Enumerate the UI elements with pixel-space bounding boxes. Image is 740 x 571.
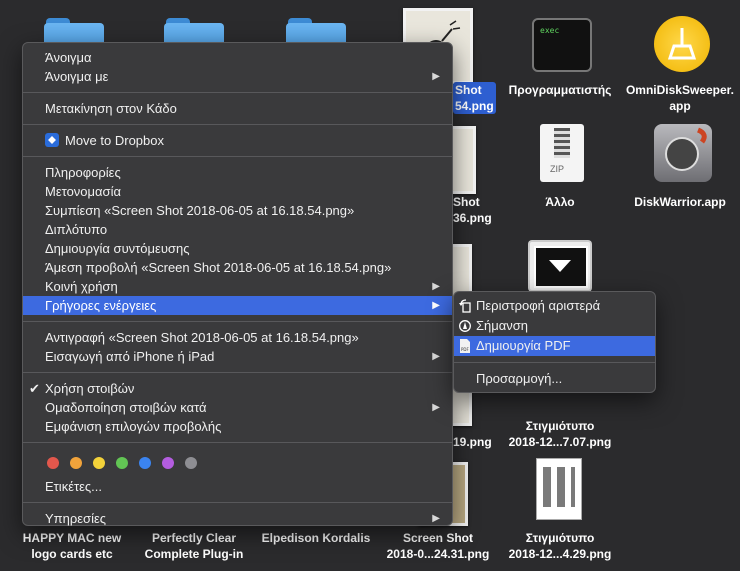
menu-item-copy[interactable]: Αντιγραφή «Screen Shot 2018-06-05 at 16.… (23, 328, 452, 347)
menu-item-label: Ομαδοποίηση στοιβών κατά (45, 400, 207, 415)
menu-item-quick-actions[interactable]: Γρήγορες ενέργειες ▶ (23, 296, 452, 315)
stack-icon[interactable] (530, 242, 590, 290)
menu-item-label: Δημιουργία συντόμευσης (45, 241, 190, 256)
menu-item-label: Διπλότυπο (45, 222, 108, 237)
tag-color-dot[interactable] (70, 457, 82, 469)
menu-item-label: Αντιγραφή «Screen Shot 2018-06-05 at 16.… (45, 330, 359, 345)
menu-separator (454, 362, 655, 363)
programmer-label: Προγραμματιστής (508, 83, 612, 97)
menu-item-show-view-options[interactable]: Εμφάνιση επιλογών προβολής (23, 417, 452, 436)
markup-icon (459, 320, 471, 332)
menu-item-move-to-dropbox[interactable]: Move to Dropbox (23, 131, 452, 150)
menu-separator (23, 372, 452, 373)
menu-item-label: Κοινή χρήση (45, 279, 118, 294)
menu-item-label: Εισαγωγή από iPhone ή iPad (45, 349, 215, 364)
broom-icon[interactable] (654, 16, 710, 72)
terminal-icon[interactable]: exec (532, 18, 592, 72)
checkmark-icon: ✔ (29, 381, 40, 396)
submenu-item-label: Δημιουργία PDF (476, 338, 571, 353)
chevron-right-icon: ▶ (432, 402, 440, 413)
chevron-down-icon (549, 260, 571, 272)
svg-text:PDF: PDF (461, 347, 469, 352)
menu-separator (23, 156, 452, 157)
menu-item-quick-look[interactable]: Άμεση προβολή «Screen Shot 2018-06-05 at… (23, 258, 452, 277)
menu-item-label: Άνοιγμα (45, 50, 92, 65)
menu-item-label: Άμεση προβολή «Screen Shot 2018-06-05 at… (45, 260, 392, 275)
omnidisk-label: OmniDiskSweeper. app (625, 83, 735, 113)
submenu-item-customize[interactable]: Προσαρμογή... (454, 369, 655, 389)
allo-label: Άλλο (545, 195, 575, 209)
tag-color-row (23, 449, 452, 477)
context-menu: Άνοιγμα Άνοιγμα με ▶ Μετακίνηση στον Κάδο… (22, 42, 453, 526)
chevron-right-icon: ▶ (432, 351, 440, 362)
menu-item-label: Υπηρεσίες (45, 511, 107, 526)
menu-item-get-info[interactable]: Πληροφορίες (23, 163, 452, 182)
menu-item-share[interactable]: Κοινή χρήση ▶ (23, 277, 452, 296)
screenshot-2431-label: Screen Shot 2018-0...24.31.png (386, 531, 490, 561)
tag-color-dot[interactable] (162, 457, 174, 469)
menu-item-label: Συμπίεση «Screen Shot 2018-06-05 at 16.1… (45, 203, 355, 218)
menu-item-make-alias[interactable]: Δημιουργία συντόμευσης (23, 239, 452, 258)
menu-item-label: Μετακίνηση στον Κάδο (45, 101, 177, 116)
happymac-label: HAPPY MAC new logo cards etc (22, 531, 122, 561)
submenu-item-markup[interactable]: Σήμανση (454, 316, 655, 336)
rotate-left-icon (459, 299, 471, 313)
tag-color-dot[interactable] (93, 457, 105, 469)
quick-actions-submenu: Περιστροφή αριστερά Σήμανση PDF Δημιουργ… (453, 291, 656, 393)
menu-separator (23, 92, 452, 93)
tag-color-dot[interactable] (116, 457, 128, 469)
chevron-right-icon: ▶ (432, 71, 440, 82)
menu-item-import-iphone[interactable]: Εισαγωγή από iPhone ή iPad ▶ (23, 347, 452, 366)
selected-file-label[interactable]: Shot 54.png (453, 82, 501, 114)
menu-item-rename[interactable]: Μετονομασία (23, 182, 452, 201)
shot-19-label: 19.png (453, 435, 492, 449)
zip-file-icon[interactable]: ZIP (540, 124, 584, 182)
menu-item-label: Εμφάνιση επιλογών προβολής (45, 419, 222, 434)
submenu-item-rotate-left[interactable]: Περιστροφή αριστερά (454, 296, 655, 316)
menu-item-compress[interactable]: Συμπίεση «Screen Shot 2018-06-05 at 16.1… (23, 201, 452, 220)
menu-item-duplicate[interactable]: Διπλότυπο (23, 220, 452, 239)
chevron-right-icon: ▶ (432, 513, 440, 524)
menu-item-label: Χρήση στοιβών (45, 381, 135, 396)
menu-separator (23, 321, 452, 322)
pdf-file-icon: PDF (460, 339, 470, 353)
elpedison-label: Elpedison Kordalis (261, 531, 371, 545)
menu-item-open[interactable]: Άνοιγμα (23, 48, 452, 67)
diskwarrior-label: DiskWarrior.app (634, 195, 726, 209)
menu-item-group-stacks[interactable]: Ομαδοποίηση στοιβών κατά ▶ (23, 398, 452, 417)
tag-color-dot[interactable] (139, 457, 151, 469)
menu-item-label: Γρήγορες ενέργειες (45, 298, 157, 313)
menu-item-use-stacks[interactable]: ✔ Χρήση στοιβών (23, 379, 452, 398)
chevron-right-icon: ▶ (432, 300, 440, 311)
stigmiotypo-429-label: Στιγμιότυπο 2018-12...4.29.png (508, 531, 612, 561)
submenu-item-label: Σήμανση (476, 318, 529, 333)
submenu-item-label: Περιστροφή αριστερά (476, 298, 601, 313)
shot-36-label: Shot 36.png (453, 195, 492, 225)
stigmiotypo-707-label: Στιγμιότυπο 2018-12...7.07.png (508, 419, 612, 449)
document-thumbnail[interactable] (536, 458, 582, 520)
dropbox-icon (45, 133, 59, 147)
submenu-item-label: Προσαρμογή... (476, 371, 563, 386)
menu-item-tags[interactable]: Ετικέτες... (23, 477, 452, 496)
menu-item-label: Μετονομασία (45, 184, 121, 199)
menu-item-label: Ετικέτες... (45, 479, 103, 494)
diskwarrior-icon[interactable] (654, 124, 712, 182)
menu-item-open-with[interactable]: Άνοιγμα με ▶ (23, 67, 452, 86)
menu-separator (23, 124, 452, 125)
perfectly-label: Perfectly Clear Complete Plug-in (144, 531, 244, 561)
tag-color-dot[interactable] (47, 457, 59, 469)
menu-separator (23, 502, 452, 503)
submenu-item-create-pdf[interactable]: PDF Δημιουργία PDF (454, 336, 655, 356)
menu-separator (23, 442, 452, 443)
menu-item-label: Άνοιγμα με (45, 69, 109, 84)
tag-color-dot[interactable] (185, 457, 197, 469)
menu-item-move-to-trash[interactable]: Μετακίνηση στον Κάδο (23, 99, 452, 118)
menu-item-label: Move to Dropbox (65, 133, 164, 148)
menu-item-label: Πληροφορίες (45, 165, 121, 180)
chevron-right-icon: ▶ (432, 281, 440, 292)
menu-item-services[interactable]: Υπηρεσίες ▶ (23, 509, 452, 528)
